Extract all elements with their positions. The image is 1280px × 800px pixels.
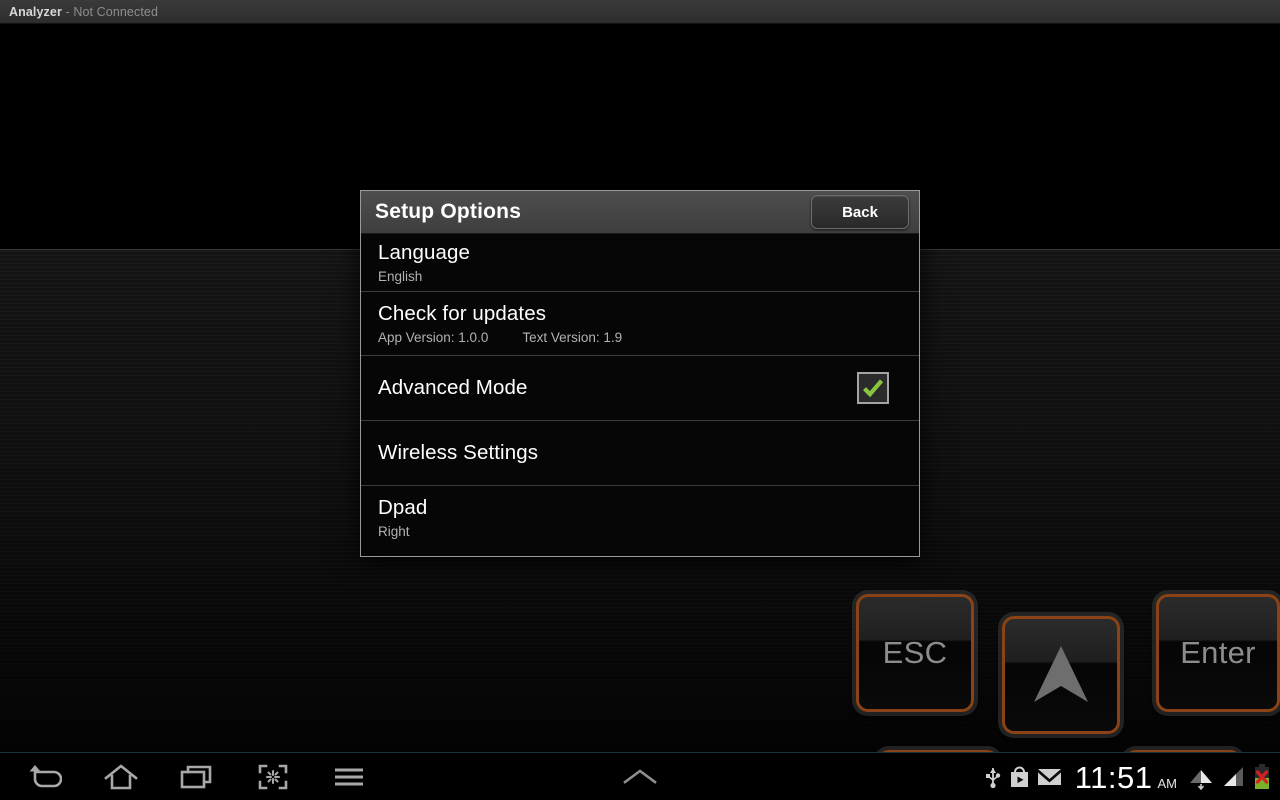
clock-ampm: AM bbox=[1157, 775, 1178, 791]
checkmark-icon bbox=[861, 376, 885, 400]
setup-options-dialog: Setup Options Back Language English Chec… bbox=[360, 190, 920, 557]
clock: 11:51 AM bbox=[1075, 762, 1177, 793]
option-row-check-for-updates[interactable]: Check for updates App Version: 1.0.0 Text… bbox=[361, 292, 919, 356]
up-arrow-icon bbox=[1024, 638, 1098, 712]
option-title: Dpad bbox=[378, 495, 428, 519]
option-text-language: Language English bbox=[378, 240, 470, 286]
wifi-icon bbox=[1188, 764, 1214, 790]
option-list: Language English Check for updates App V… bbox=[361, 234, 919, 556]
chevron-up-icon[interactable] bbox=[615, 757, 665, 797]
gmail-icon bbox=[1037, 767, 1062, 787]
dialog-header: Setup Options Back bbox=[361, 191, 919, 234]
text-version-text: Text Version: 1.9 bbox=[522, 329, 623, 345]
back-icon[interactable] bbox=[20, 757, 70, 797]
battery-error-icon bbox=[1252, 763, 1272, 791]
app-name: Analyzer bbox=[9, 4, 62, 19]
menu-icon[interactable] bbox=[324, 757, 374, 797]
advanced-mode-checkbox[interactable] bbox=[857, 372, 889, 404]
screenshot-icon[interactable] bbox=[248, 757, 298, 797]
option-subtitle: English bbox=[378, 268, 423, 284]
dialog-title: Setup Options bbox=[375, 200, 522, 223]
option-text-wireless-settings: Wireless Settings bbox=[378, 440, 538, 466]
option-title: Wireless Settings bbox=[378, 441, 539, 464]
option-row-advanced-mode[interactable]: Advanced Mode bbox=[361, 356, 919, 421]
screen-root: Analyzer - Not Connected ESC Enter Setup… bbox=[0, 0, 1280, 800]
esc-key-label: ESC bbox=[882, 635, 948, 670]
option-row-dpad[interactable]: Dpad Right bbox=[361, 486, 919, 549]
app-titlebar-text: Analyzer - Not Connected bbox=[0, 5, 158, 19]
option-text-check-for-updates: Check for updates App Version: 1.0.0 Text… bbox=[378, 301, 622, 347]
option-subtitle: App Version: 1.0.0 Text Version: 1.9 bbox=[378, 328, 622, 347]
clock-time: 11:51 bbox=[1074, 759, 1153, 795]
option-text-advanced-mode: Advanced Mode bbox=[378, 375, 527, 401]
option-title: Advanced Mode bbox=[378, 376, 528, 399]
esc-key[interactable]: ESC bbox=[856, 594, 974, 712]
option-title: Language bbox=[378, 240, 471, 264]
play-store-icon bbox=[1009, 765, 1030, 789]
option-text-dpad: Dpad Right bbox=[378, 495, 427, 541]
back-button[interactable]: Back bbox=[811, 195, 909, 229]
home-icon[interactable] bbox=[96, 757, 146, 797]
signal-icon bbox=[1221, 765, 1245, 789]
enter-key[interactable]: Enter bbox=[1156, 594, 1280, 712]
recent-apps-icon[interactable] bbox=[172, 757, 222, 797]
option-row-language[interactable]: Language English bbox=[361, 234, 919, 292]
option-subtitle: Right bbox=[378, 523, 410, 539]
app-titlebar: Analyzer - Not Connected bbox=[0, 0, 1280, 24]
android-system-bar: 11:51 AM bbox=[0, 752, 1280, 800]
navigation-buttons bbox=[0, 757, 374, 797]
option-title: Check for updates bbox=[378, 301, 547, 325]
status-icons: 11:51 AM bbox=[984, 753, 1272, 800]
option-row-wireless-settings[interactable]: Wireless Settings bbox=[361, 421, 919, 486]
enter-key-label: Enter bbox=[1180, 635, 1256, 670]
usb-icon bbox=[984, 764, 1002, 790]
dpad-up-key[interactable] bbox=[1002, 616, 1120, 734]
connection-status: - Not Connected bbox=[61, 4, 159, 19]
app-version-text: App Version: 1.0.0 bbox=[378, 329, 489, 345]
